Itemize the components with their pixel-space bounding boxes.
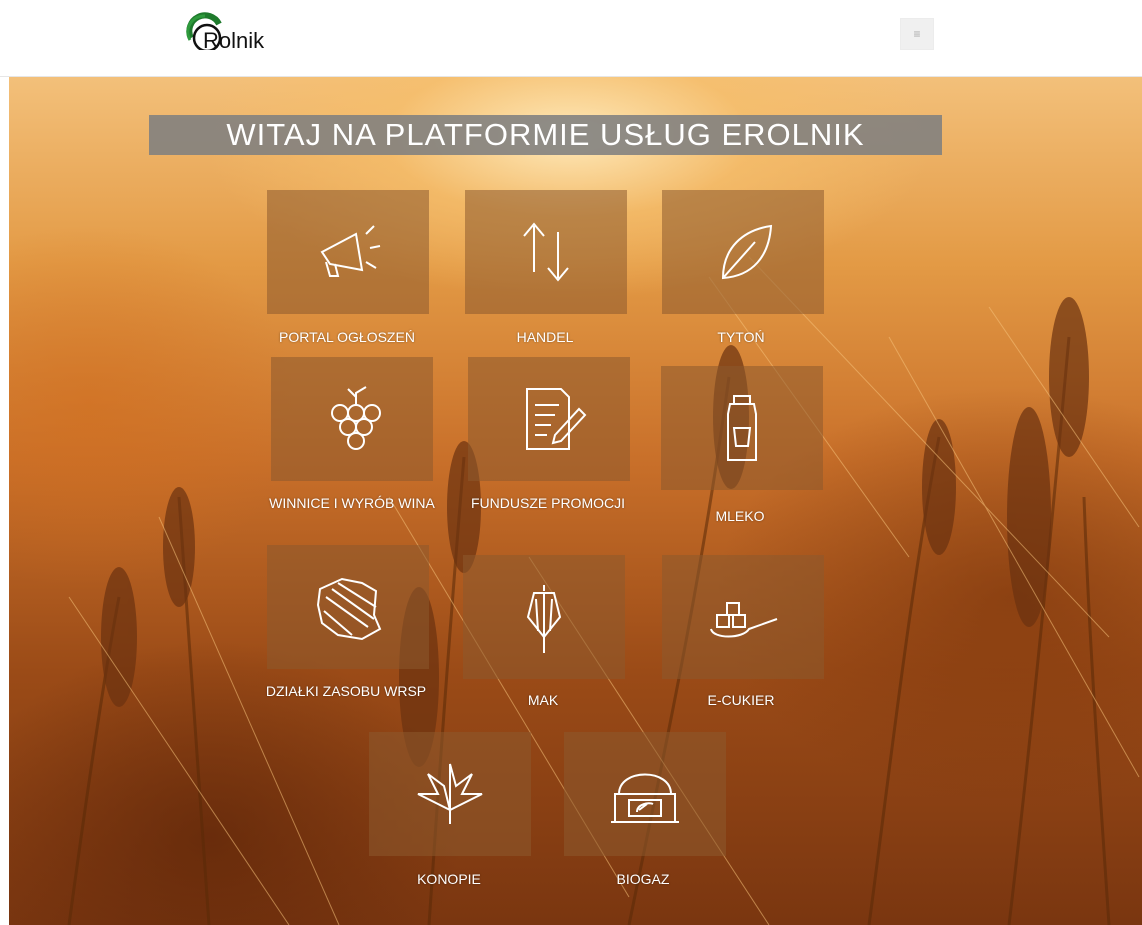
tile-konopie[interactable] <box>369 732 531 856</box>
tile-label[interactable]: E-CUKIER <box>641 692 841 709</box>
tile-label[interactable]: FUNDUSZE PROMOCJI <box>448 495 648 512</box>
sugar-spoon-icon <box>710 602 778 638</box>
tile-e-cukier[interactable] <box>662 555 824 679</box>
biogas-plant-icon <box>611 773 679 823</box>
megaphone-icon <box>320 225 381 277</box>
tile-tytoń[interactable] <box>662 190 824 314</box>
tile-label[interactable]: TYTOŃ <box>641 329 841 346</box>
tile-mak[interactable] <box>463 555 625 679</box>
erolnik-logo[interactable]: Rolnik <box>185 8 295 64</box>
tile-label[interactable]: BIOGAZ <box>543 871 743 888</box>
top-header: Rolnik ≡ <box>0 0 1142 77</box>
tile-label[interactable]: WINNICE I WYRÓB WINA <box>252 495 452 512</box>
tile-label[interactable]: HANDEL <box>445 329 645 346</box>
document-pen-icon <box>526 388 587 450</box>
milk-can-icon <box>727 395 757 461</box>
tile-winnice-i-wyrób-wina[interactable] <box>271 357 433 481</box>
logo-text: Rolnik <box>203 28 265 53</box>
arrows-up-down-icon <box>523 222 569 282</box>
hamburger-icon: ≡ <box>913 27 921 41</box>
tile-handel[interactable] <box>465 190 627 314</box>
tile-label[interactable]: PORTAL OGŁOSZEŃ <box>247 329 447 346</box>
tile-fundusze-promocji[interactable] <box>468 357 630 481</box>
menu-toggle-button[interactable]: ≡ <box>900 18 934 50</box>
grapes-icon <box>331 386 381 450</box>
hemp-leaf-icon <box>417 763 483 824</box>
poppy-icon <box>526 585 562 653</box>
tile-portal-ogłoszeń[interactable] <box>267 190 429 314</box>
tile-label[interactable]: MLEKO <box>640 508 840 525</box>
tile-label[interactable]: KONOPIE <box>349 871 549 888</box>
poland-map-icon <box>316 577 382 641</box>
tile-label[interactable]: MAK <box>443 692 643 709</box>
page-title: WITAJ NA PLATFORMIE USŁUG EROLNIK <box>149 115 942 155</box>
tile-label[interactable]: DZIAŁKI ZASOBU WRSP <box>246 683 446 700</box>
tile-mleko[interactable] <box>661 366 823 490</box>
tile-biogaz[interactable] <box>564 732 726 856</box>
leaf-icon <box>721 224 773 280</box>
tile-działki-zasobu-wrsp[interactable] <box>267 545 429 669</box>
